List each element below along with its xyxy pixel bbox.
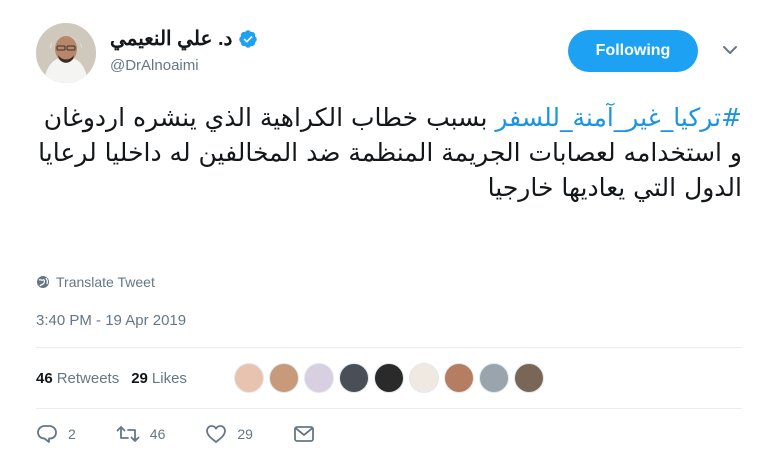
likes-label: Likes <box>151 369 187 387</box>
likes-stat[interactable]: 29 Likes <box>131 370 187 387</box>
translate-tweet-link[interactable]: Translate Tweet <box>36 274 155 290</box>
heart-icon <box>206 425 227 443</box>
tweet-actions: 2 46 29 <box>36 424 365 444</box>
liker-avatars <box>234 363 549 393</box>
liker-avatar[interactable] <box>269 363 299 393</box>
liker-avatar[interactable] <box>374 363 404 393</box>
mail-icon <box>294 426 314 442</box>
reply-count: 2 <box>68 426 76 442</box>
retweets-count: 46 <box>36 369 53 387</box>
liker-avatar[interactable] <box>444 363 474 393</box>
display-name-text[interactable]: د. علي النعيمي <box>110 26 232 51</box>
liker-avatar[interactable] <box>409 363 439 393</box>
tweet-timestamp[interactable]: 3:40 PM - 19 Apr 2019 <box>36 312 186 329</box>
author-handle[interactable]: @DrAlnoaimi <box>110 57 258 74</box>
tweet-header: د. علي النعيمي @DrAlnoaimi Following <box>36 20 748 84</box>
retweet-icon <box>116 426 140 442</box>
divider-top <box>36 347 742 348</box>
retweets-stat[interactable]: 46 Retweets <box>36 370 119 387</box>
chevron-down-icon[interactable] <box>720 42 740 58</box>
reply-icon <box>37 425 57 443</box>
like-button[interactable]: 29 <box>205 424 253 444</box>
author-avatar[interactable] <box>36 23 96 83</box>
like-count: 29 <box>237 426 253 442</box>
liker-avatar[interactable] <box>234 363 264 393</box>
divider-bottom <box>36 408 742 409</box>
reply-button[interactable]: 2 <box>36 424 76 444</box>
liker-avatar[interactable] <box>479 363 509 393</box>
author-names: د. علي النعيمي @DrAlnoaimi <box>110 26 258 74</box>
retweet-count: 46 <box>149 426 166 442</box>
following-button[interactable]: Following <box>568 30 698 72</box>
likes-count: 29 <box>131 369 148 387</box>
globe-icon <box>37 276 49 288</box>
liker-avatar[interactable] <box>339 363 369 393</box>
liker-avatar[interactable] <box>304 363 334 393</box>
engagement-stats: 46 Retweets 29 Likes <box>36 361 199 395</box>
direct-message-button[interactable] <box>293 425 325 443</box>
liker-avatar[interactable] <box>514 363 544 393</box>
tweet-text: #تركيا_غير_آمنة_للسفر بسبب خطاب الكراهية… <box>36 100 742 205</box>
retweets-label: Retweets <box>56 369 120 387</box>
author-display-name[interactable]: د. علي النعيمي <box>110 26 258 51</box>
translate-label[interactable]: Translate Tweet <box>56 274 155 290</box>
retweet-button[interactable]: 46 <box>116 424 166 444</box>
hashtag-link[interactable]: #تركيا_غير_آمنة_للسفر <box>495 103 742 132</box>
verified-badge-icon <box>239 29 258 48</box>
